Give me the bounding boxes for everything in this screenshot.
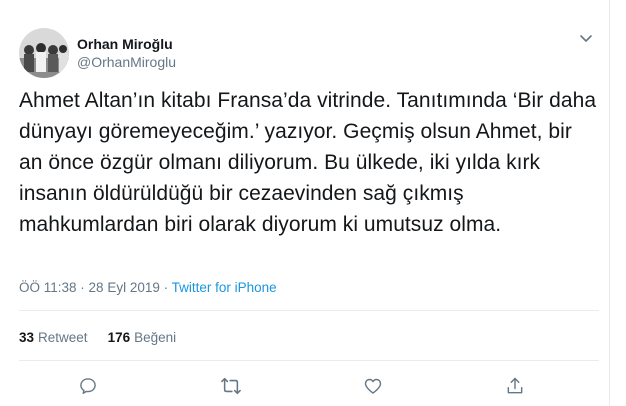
tweet-source-link[interactable]: Twitter for iPhone	[172, 280, 277, 295]
like-stat[interactable]: 176 Beğeni	[108, 329, 177, 347]
tweet-text: Ahmet Altan’ın kitabı Fransa’da vitrinde…	[19, 89, 597, 236]
avatar[interactable]	[19, 28, 69, 78]
meta-separator: ·	[159, 280, 172, 295]
like-label: Beğeni	[134, 330, 177, 345]
retweet-stat[interactable]: 33 Retweet	[19, 329, 88, 347]
divider	[19, 360, 599, 361]
heart-icon[interactable]	[361, 374, 385, 398]
meta-separator: ·	[76, 280, 89, 295]
tweet-header: Orhan Miroğlu @OrhanMiroglu	[19, 28, 176, 78]
tweet-stats: 33 Retweet 176 Beğeni	[19, 329, 196, 347]
like-count: 176	[107, 330, 131, 345]
user-names: Orhan Miroğlu @OrhanMiroglu	[77, 35, 176, 71]
tweet-card: Orhan Miroğlu @OrhanMiroglu Ahmet Altan’…	[0, 0, 610, 406]
reply-icon[interactable]	[76, 374, 100, 398]
tweet-time[interactable]: ÖÖ 11:38	[19, 280, 77, 295]
user-handle[interactable]: @OrhanMiroglu	[77, 53, 176, 71]
retweet-icon[interactable]	[219, 374, 243, 398]
divider	[19, 310, 599, 311]
display-name[interactable]: Orhan Miroğlu	[77, 35, 176, 53]
retweet-label: Retweet	[38, 330, 88, 345]
tweet-actions	[0, 374, 610, 398]
tweet-meta: ÖÖ 11:38 · 28 Eyl 2019 · Twitter for iPh…	[19, 279, 277, 297]
tweet-date[interactable]: 28 Eyl 2019	[89, 280, 160, 295]
chevron-down-icon[interactable]	[577, 30, 595, 48]
share-icon[interactable]	[503, 374, 527, 398]
retweet-count: 33	[19, 330, 35, 345]
